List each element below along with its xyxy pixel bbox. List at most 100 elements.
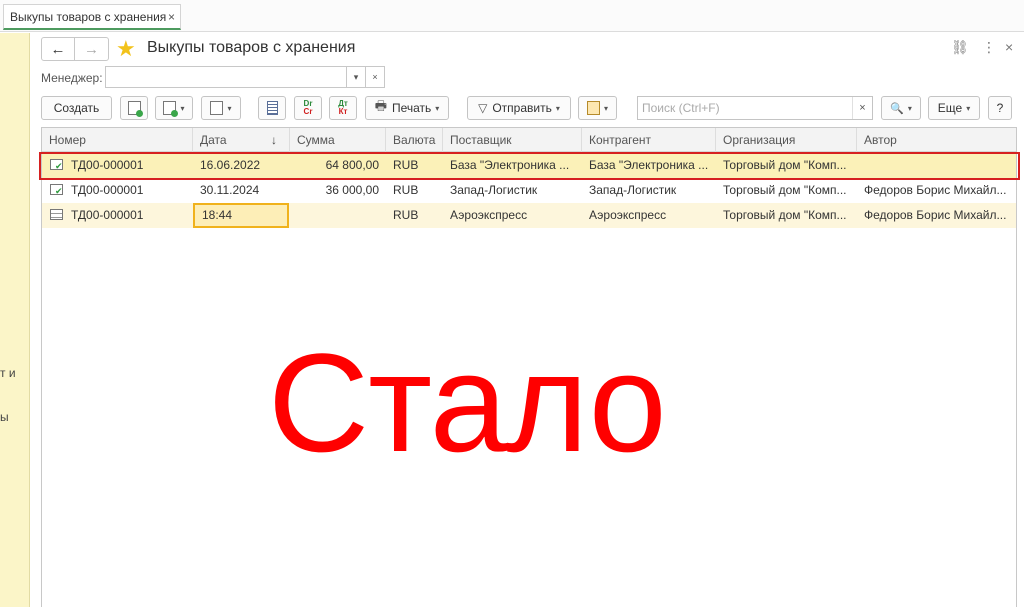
chevron-down-icon: ▾ <box>435 103 440 113</box>
attachments-button[interactable]: ▾ <box>578 96 617 120</box>
column-header-currency[interactable]: Валюта <box>386 128 443 152</box>
accounting-entries-button[interactable]: Dr Cr <box>294 96 322 120</box>
cell-author: Федоров Борис Михайл... <box>864 183 1007 197</box>
manager-clear-button[interactable]: × <box>365 67 384 87</box>
chevron-down-icon: ▾ <box>603 103 608 113</box>
left-panel: т и ы <box>0 33 30 607</box>
cell-date: 30.11.2024 <box>200 183 260 197</box>
table-row[interactable]: ТД00-000001 18:44 RUB Аэроэкспресс Аэроэ… <box>42 203 1016 228</box>
send-label: Отправить <box>492 101 552 115</box>
dt-kt-icon: Дт Кт <box>338 99 348 116</box>
cell-number: ТД00-000001 <box>71 208 144 222</box>
cell-currency: RUB <box>393 183 419 197</box>
table-row[interactable]: ТД00-000001 16.06.2022 64 800,00 RUB Баз… <box>42 153 1016 178</box>
related-docs-button[interactable]: ▾ <box>155 96 193 120</box>
manager-input[interactable] <box>106 67 346 87</box>
cell-number: ТД00-000001 <box>71 158 144 172</box>
tab-vykupy[interactable]: Выкупы товаров с хранения × <box>3 4 181 30</box>
tab-label: Выкупы товаров с хранения <box>10 9 167 24</box>
cell-date: 16.06.2022 <box>200 158 261 172</box>
cell-counterparty: Аэроэкспресс <box>589 208 667 222</box>
close-icon[interactable]: × <box>1005 39 1013 55</box>
manager-dropdown-button[interactable]: ▾ <box>346 67 365 87</box>
create-button[interactable]: Создать <box>41 96 112 120</box>
forward-button[interactable]: → <box>75 38 108 60</box>
chevron-down-icon: ▾ <box>907 103 912 113</box>
chevron-down-icon: ▾ <box>966 103 971 113</box>
send-icon: ▽ <box>478 101 488 115</box>
cell-number: ТД00-000001 <box>71 183 144 197</box>
send-button[interactable]: ▽ Отправить ▾ <box>467 96 571 120</box>
link-icon[interactable]: ⛓ <box>951 39 969 56</box>
overlay-caption: Стало <box>268 324 667 481</box>
reports-icon <box>210 101 224 115</box>
document-list-icon <box>266 101 278 115</box>
table-row[interactable]: ТД00-000001 30.11.2024 36 000,00 RUB Зап… <box>42 178 1016 203</box>
cell-sum: 36 000,00 <box>325 183 379 197</box>
left-panel-text[interactable]: ы <box>0 410 9 424</box>
document-journal-button[interactable] <box>258 96 286 120</box>
cell-counterparty: Запад-Логистик <box>589 183 677 197</box>
dt-kt-entries-button[interactable]: Дт Кт <box>329 96 357 120</box>
search-input[interactable] <box>638 97 852 119</box>
cell-currency: RUB <box>393 158 419 172</box>
cell-supplier: Аэроэкспресс <box>450 208 528 222</box>
create-based-on-button[interactable] <box>120 96 148 120</box>
more-actions-label: Еще <box>937 101 963 115</box>
tab-close-icon[interactable]: × <box>168 10 175 24</box>
reports-button[interactable]: ▾ <box>201 96 241 120</box>
column-header-number[interactable]: Номер <box>42 128 193 152</box>
column-header-supplier[interactable]: Поставщик <box>443 128 582 152</box>
attachment-icon <box>586 101 600 115</box>
related-docs-icon <box>163 101 179 117</box>
draft-document-icon <box>50 209 63 220</box>
cell-organization: Торговый дом "Комп... <box>723 208 847 222</box>
nav-buttons: ← → <box>41 37 109 61</box>
create-based-on-icon <box>127 101 143 117</box>
back-button[interactable]: ← <box>42 38 76 60</box>
tab-strip: Выкупы товаров с хранения × <box>0 0 1024 32</box>
chevron-down-icon: ▾ <box>180 103 185 113</box>
cell-sum: 64 800,00 <box>325 158 379 172</box>
cell-organization: Торговый дом "Комп... <box>723 158 847 172</box>
search-clear-button[interactable]: × <box>852 97 872 119</box>
more-icon[interactable]: ⋮ <box>982 39 996 56</box>
column-header-sum[interactable]: Сумма <box>290 128 386 152</box>
chevron-down-icon: ▾ <box>227 103 232 113</box>
cell-author <box>857 153 1016 178</box>
chevron-down-icon: ▾ <box>555 103 560 113</box>
cell-supplier: Запад-Логистик <box>450 183 538 197</box>
sort-arrow-icon: ↓ <box>271 133 277 147</box>
cell-counterparty: База "Электроника ... <box>589 158 709 172</box>
column-header-date[interactable]: Дата ↓ <box>193 128 290 152</box>
table-header: Номер Дата ↓ Сумма Валюта Поставщик Конт… <box>42 128 1016 152</box>
create-label: Создать <box>53 101 100 115</box>
help-label: ? <box>996 101 1004 115</box>
cell-author: Федоров Борис Михайл... <box>864 208 1007 222</box>
column-header-date-label: Дата <box>200 133 227 147</box>
printer-icon: 🖶 <box>374 98 387 113</box>
page-title: Выкупы товаров с хранения <box>147 39 356 56</box>
print-label: Печать <box>391 101 432 115</box>
cell-currency: RUB <box>393 208 419 222</box>
print-button[interactable]: 🖶 Печать ▾ <box>365 96 449 120</box>
manager-field: ▾ × <box>105 66 385 88</box>
cell-sum <box>290 203 386 228</box>
manager-label: Менеджер: <box>41 71 103 85</box>
column-header-counterparty[interactable]: Контрагент <box>582 128 716 152</box>
search-button[interactable]: 🔍 ▾ <box>881 96 921 120</box>
favorite-star-icon[interactable]: ★ <box>116 37 136 61</box>
debit-credit-icon: Dr Cr <box>303 99 313 116</box>
left-panel-text[interactable]: т и <box>0 366 16 380</box>
column-header-author[interactable]: Автор <box>857 128 1016 152</box>
cell-organization: Торговый дом "Комп... <box>723 183 847 197</box>
cell-supplier: База "Электроника ... <box>450 158 570 172</box>
column-header-organization[interactable]: Организация <box>716 128 857 152</box>
help-button[interactable]: ? <box>988 96 1012 120</box>
search-icon: 🔍 <box>890 102 904 115</box>
posted-document-icon <box>50 184 63 196</box>
cell-date-focused[interactable]: 18:44 <box>193 203 289 228</box>
more-actions-button[interactable]: Еще ▾ <box>928 96 980 120</box>
search-field: × <box>637 96 873 120</box>
posted-document-icon <box>50 159 63 171</box>
